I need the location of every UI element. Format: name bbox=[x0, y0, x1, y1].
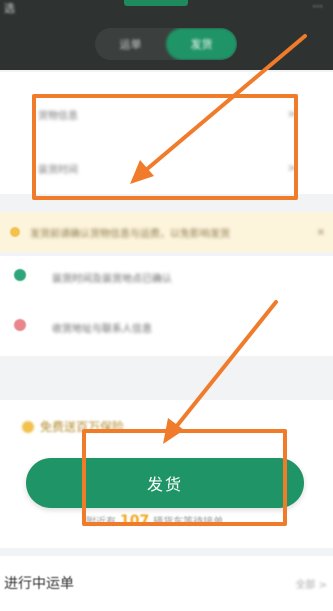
section-title: 进行中运单 bbox=[4, 576, 74, 592]
nearby-suffix: 辆货车等待接单 bbox=[153, 517, 224, 528]
nearby-trucks: 附近有 107 辆货车等待接单 bbox=[86, 513, 223, 529]
ship-button[interactable]: 发货 bbox=[26, 458, 304, 508]
chevron-right-icon: > bbox=[287, 108, 296, 120]
segmented-control: 运单 发货 bbox=[95, 28, 237, 60]
top-tab-indicator bbox=[124, 0, 188, 6]
setting-label: 货物信息 bbox=[38, 110, 78, 122]
warning-icon bbox=[10, 227, 20, 237]
pickup-dot-icon bbox=[14, 269, 26, 281]
setting-label: 装货时间 bbox=[38, 164, 78, 176]
dropoff-dot-icon bbox=[14, 319, 26, 331]
close-icon[interactable]: × bbox=[317, 227, 325, 238]
insurance-text: 免费送百万保险 bbox=[40, 420, 125, 434]
chevron-right-icon: > bbox=[287, 162, 296, 174]
notice-bar: 发货前请确认货物信息与运费，以免影响发货 × bbox=[0, 212, 333, 252]
more-menu-icon[interactable]: ··· bbox=[313, 0, 324, 13]
nearby-count: 107 bbox=[120, 513, 150, 529]
city-selector[interactable]: 选 bbox=[4, 0, 15, 16]
setting-row-load-time[interactable]: 装货时间 > bbox=[38, 158, 296, 178]
notice-text: 发货前请确认货物信息与运费，以免影响发货 bbox=[30, 228, 230, 240]
insurance-banner[interactable]: 免费送百万保险 bbox=[22, 418, 124, 435]
setting-row-cargo[interactable]: 货物信息 > bbox=[38, 104, 296, 124]
view-all-link[interactable]: 全部 > bbox=[295, 576, 327, 591]
dropoff-address[interactable]: 收货地址与联系人信息 bbox=[52, 320, 152, 335]
segment-waybill[interactable]: 运单 bbox=[95, 28, 166, 60]
segment-ship[interactable]: 发货 bbox=[166, 28, 237, 60]
pickup-address[interactable]: 装货时间及装货地点已确认 bbox=[52, 270, 172, 285]
active-orders-section: 进行中运单 全部 > bbox=[0, 556, 333, 611]
coin-icon bbox=[22, 420, 34, 433]
nearby-prefix: 附近有 bbox=[86, 517, 116, 528]
